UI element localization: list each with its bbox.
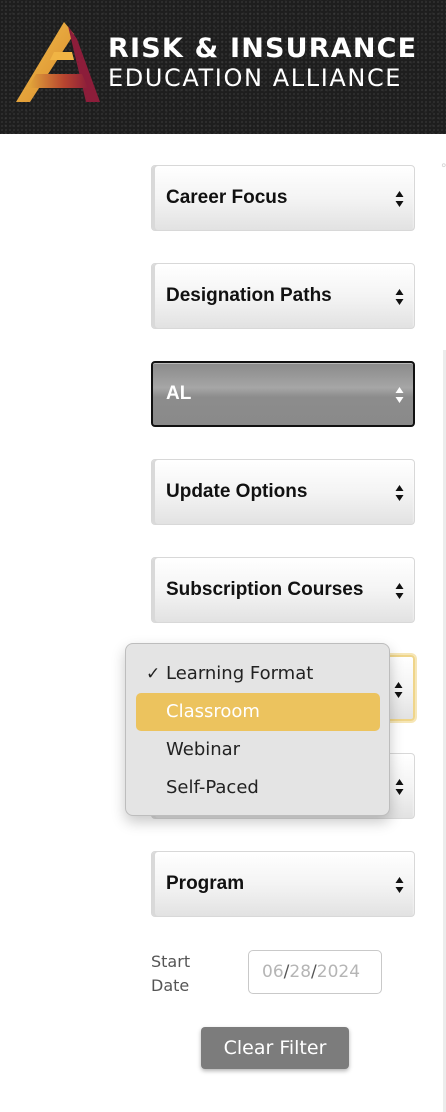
menu-option-classroom[interactable]: Classroom: [136, 693, 380, 731]
menu-option-label: Learning Format: [166, 663, 314, 684]
decorative-mark: ∘: [440, 158, 446, 172]
designation-paths-label: Designation Paths: [166, 285, 332, 306]
state-select[interactable]: AL: [151, 361, 415, 427]
designation-paths-select[interactable]: Designation Paths: [151, 263, 415, 329]
menu-option-learning-format[interactable]: ✓ Learning Format: [136, 655, 380, 693]
program-label: Program: [166, 873, 245, 894]
menu-option-webinar[interactable]: Webinar: [136, 731, 380, 769]
select-arrows-icon: [395, 779, 404, 795]
select-arrows-icon: [395, 583, 404, 599]
menu-option-self-paced[interactable]: Self-Paced: [136, 769, 380, 807]
select-arrows-icon: [395, 485, 404, 501]
brand-name-line2: EDUCATION ALLIANCE: [108, 64, 403, 92]
checkmark-icon: ✓: [146, 664, 161, 684]
start-date-input[interactable]: 06/28/2024: [248, 950, 382, 994]
career-focus-label: Career Focus: [166, 187, 288, 208]
brand-name-line1: RISK & INSURANCE: [108, 33, 418, 64]
learning-format-dropdown-menu: ✓ Learning Format Classroom Webinar Self…: [125, 643, 390, 816]
start-date-label: Start Date: [151, 952, 191, 995]
date-day: 28: [289, 962, 312, 982]
state-label: AL: [166, 383, 192, 404]
site-header: RISK & INSURANCE EDUCATION ALLIANCE: [0, 0, 446, 134]
select-arrows-icon: [395, 289, 404, 305]
menu-option-label: Webinar: [166, 739, 241, 760]
select-arrows-icon: [395, 877, 404, 893]
select-arrows-icon: [394, 682, 403, 698]
menu-option-label: Classroom: [166, 701, 260, 722]
subscription-courses-select[interactable]: Subscription Courses: [151, 557, 415, 623]
career-focus-select[interactable]: Career Focus: [151, 165, 415, 231]
update-options-select[interactable]: Update Options: [151, 459, 415, 525]
clear-filter-button[interactable]: Clear Filter: [201, 1027, 349, 1069]
date-month: 06: [262, 962, 284, 982]
subscription-courses-label: Subscription Courses: [166, 579, 364, 600]
program-select[interactable]: Program: [151, 851, 415, 917]
menu-option-label: Self-Paced: [166, 777, 259, 798]
date-year: 2024: [316, 962, 361, 982]
select-arrows-icon: [395, 387, 404, 403]
triangle-logo-icon[interactable]: [14, 22, 102, 104]
select-arrows-icon: [395, 191, 404, 207]
update-options-label: Update Options: [166, 481, 308, 502]
